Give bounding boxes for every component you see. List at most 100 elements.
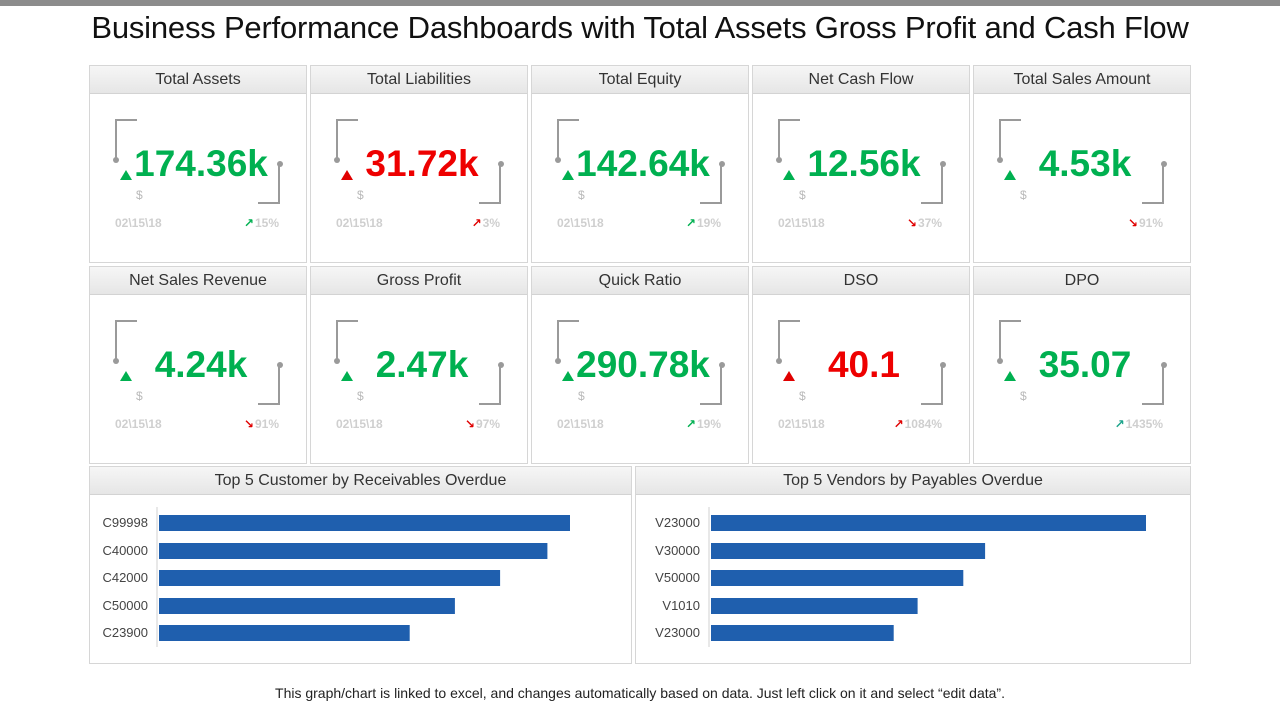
kpi-value: 174.36k <box>134 143 268 184</box>
bracket-dot <box>334 157 340 163</box>
bracket-dot <box>334 358 340 364</box>
delta-percent: 3% <box>482 216 500 230</box>
chart-title: Top 5 Vendors by Payables Overdue <box>636 467 1190 495</box>
kpi-value: 4.24k <box>154 344 248 385</box>
bracket-dot <box>277 161 283 167</box>
kpi-delta: ↗19% <box>686 417 721 431</box>
payables-bar-chart-svg: V23000 V30000 V50000 V1010 V23000 <box>655 507 1146 647</box>
kpi-date: 02\15\18 <box>778 417 825 431</box>
delta-arrow-icon: ↘ <box>464 417 475 431</box>
delta-arrow-icon: ↗ <box>471 216 482 230</box>
category-label: V23000 <box>655 515 700 530</box>
kpi-unit: $ <box>357 389 364 403</box>
bar[interactable] <box>159 570 501 586</box>
delta-arrow-icon: ↘ <box>906 216 917 230</box>
bracket-dot <box>277 362 283 368</box>
receivables-bar-chart-svg: C99998 C40000 C42000 C50000 C23900 <box>102 507 570 647</box>
kpi-date: 02\15\18 <box>336 417 383 431</box>
kpi-label: Quick Ratio <box>532 267 748 295</box>
category-label: C23900 <box>102 625 148 640</box>
bar[interactable] <box>159 543 548 559</box>
kpi-date: 02\15\18 <box>336 216 383 230</box>
kpi-unit: $ <box>136 389 143 403</box>
bracket-dot <box>719 161 725 167</box>
kpi-card[interactable]: Quick Ratio 290.78k $02\15\18 ↗19% <box>531 266 749 464</box>
receivables-overdue-chart[interactable]: Top 5 Customer by Receivables Overdue C9… <box>89 466 632 664</box>
delta-arrow-icon: ↗ <box>685 417 696 431</box>
category-label: V50000 <box>655 570 700 585</box>
bracket-dot <box>997 358 1003 364</box>
kpi-card[interactable]: Gross Profit 2.47k $02\15\18 ↘97% <box>310 266 528 464</box>
kpi-date: 02\15\18 <box>115 216 162 230</box>
delta-arrow-icon: ↗ <box>893 417 904 431</box>
kpi-delta: ↗19% <box>686 216 721 230</box>
bracket-dot <box>1161 161 1167 167</box>
bracket-dot <box>113 157 119 163</box>
kpi-value: 290.78k <box>576 344 710 385</box>
kpi-value: 12.56k <box>807 143 921 184</box>
bar[interactable] <box>711 515 1146 531</box>
category-label: V1010 <box>662 598 700 613</box>
delta-percent: 37% <box>917 216 942 230</box>
kpi-label: Net Sales Revenue <box>90 267 306 295</box>
bar[interactable] <box>711 625 894 641</box>
bar[interactable] <box>159 598 455 614</box>
bar[interactable] <box>711 543 986 559</box>
kpi-value: 4.53k <box>1038 143 1132 184</box>
delta-arrow-icon: ↗ <box>243 216 254 230</box>
category-label: V23000 <box>655 625 700 640</box>
payables-overdue-chart[interactable]: Top 5 Vendors by Payables Overdue V23000… <box>635 466 1191 664</box>
bracket-dot <box>555 358 561 364</box>
kpi-card[interactable]: Net Sales Revenue 4.24k $02\15\18 ↘91% <box>89 266 307 464</box>
bracket-dot <box>776 358 782 364</box>
bracket-dot <box>719 362 725 368</box>
kpi-delta: ↘97% <box>465 417 500 431</box>
kpi-card[interactable]: Total Equity 142.64k $02\15\18 ↗19% <box>531 65 749 263</box>
bar[interactable] <box>711 570 964 586</box>
kpi-value: 31.72k <box>365 143 479 184</box>
kpi-card[interactable]: Total Liabilities 31.72k $02\15\18 ↗3% <box>310 65 528 263</box>
kpi-delta: ↘91% <box>244 417 279 431</box>
bracket-dot <box>776 157 782 163</box>
kpi-label: DSO <box>753 267 969 295</box>
bar[interactable] <box>711 598 918 614</box>
kpi-card[interactable]: DPO 35.07 $ ↗1435% <box>973 266 1191 464</box>
bracket-dot <box>113 358 119 364</box>
bracket-dot <box>498 161 504 167</box>
delta-percent: 91% <box>1138 216 1163 230</box>
kpi-unit: $ <box>136 188 143 202</box>
kpi-unit: $ <box>357 188 364 202</box>
top-decorative-strip <box>0 0 1280 6</box>
category-label: C99998 <box>102 515 148 530</box>
kpi-date: 02\15\18 <box>115 417 162 431</box>
kpi-card[interactable]: DSO 40.1 $02\15\18 ↗1084% <box>752 266 970 464</box>
kpi-delta: ↘37% <box>907 216 942 230</box>
kpi-unit: $ <box>578 389 585 403</box>
kpi-value: 2.47k <box>375 344 469 385</box>
kpi-date: 02\15\18 <box>778 216 825 230</box>
delta-arrow-icon: ↗ <box>685 216 696 230</box>
category-label: C42000 <box>102 570 148 585</box>
kpi-label: DPO <box>974 267 1190 295</box>
kpi-date: 02\15\18 <box>557 417 604 431</box>
bar[interactable] <box>159 515 570 531</box>
kpi-delta: ↗15% <box>244 216 279 230</box>
delta-arrow-icon: ↘ <box>243 417 254 431</box>
bracket-dot <box>940 161 946 167</box>
kpi-card[interactable]: Net Cash Flow 12.56k $02\15\18 ↘37% <box>752 65 970 263</box>
bracket-dot <box>940 362 946 368</box>
kpi-unit: $ <box>1020 188 1027 202</box>
kpi-delta: ↘91% <box>1128 216 1163 230</box>
kpi-card[interactable]: Total Assets 174.36k $02\15\18 ↗15% <box>89 65 307 263</box>
bracket-dot <box>1161 362 1167 368</box>
kpi-delta: ↗3% <box>472 216 500 230</box>
delta-percent: 91% <box>254 417 279 431</box>
bracket-dot <box>997 157 1003 163</box>
delta-arrow-icon: ↗ <box>1114 417 1125 431</box>
kpi-unit: $ <box>799 389 806 403</box>
delta-percent: 1435% <box>1125 417 1163 431</box>
bar[interactable] <box>159 625 410 641</box>
kpi-card[interactable]: Total Sales Amount 4.53k $ ↘91% <box>973 65 1191 263</box>
kpi-unit: $ <box>1020 389 1027 403</box>
kpi-label: Net Cash Flow <box>753 66 969 94</box>
